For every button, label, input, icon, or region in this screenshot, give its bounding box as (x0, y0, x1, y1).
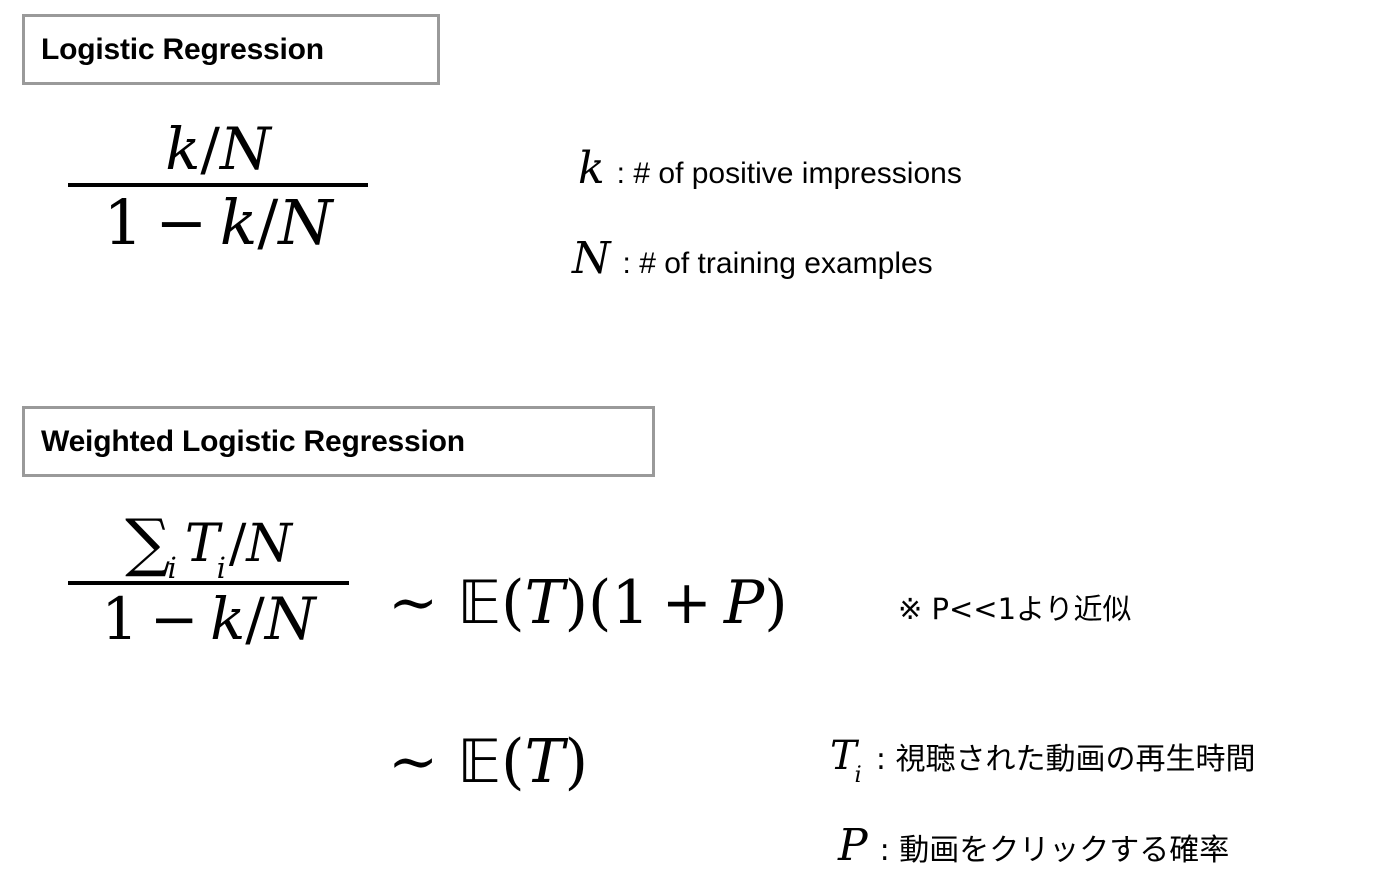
legend-symbol-n: N (572, 233, 611, 284)
legend-symbol-ti: Ti (830, 733, 862, 789)
formula-approximation-second: ∼ 𝔼(T) (388, 727, 589, 797)
legend-row-n: N : # of training examples (572, 233, 933, 284)
section-heading-box-weighted-logistic-regression: Weighted Logistic Regression (22, 406, 655, 477)
blackboard-e-icon: 𝔼 (457, 568, 502, 638)
legend-row-p: P : 動画をクリックする確率 (838, 820, 1229, 871)
formula-approximation-first: ∼ 𝔼(T)(1 + P) (388, 568, 788, 638)
legend-symbol-k: k (578, 143, 605, 194)
tilde-symbol-first: ∼ (388, 568, 439, 638)
section-heading-label-weighted-logistic-regression: Weighted Logistic Regression (41, 424, 465, 458)
sum-symbol: ∑ (125, 505, 171, 579)
legend-row-k: k : # of positive impressions (578, 143, 962, 194)
blackboard-e-icon-second: 𝔼 (457, 727, 502, 797)
note-approximation-condition: ※ P<<1より近似 (898, 592, 1132, 626)
formula-logistic-denominator: 1 − k/N (103, 185, 333, 259)
formula-weighted-numerator: ∑i Ti/N (125, 505, 292, 585)
legend-row-ti: Ti : 視聴された動画の再生時間 (830, 733, 1256, 789)
formula-weighted-logistic-fraction: ∑i Ti/N 1 − k/N (68, 505, 349, 650)
formula-logistic-numerator: k/N (165, 115, 271, 183)
section-heading-label-logistic-regression: Logistic Regression (41, 32, 324, 66)
legend-description-k: : # of positive impressions (616, 157, 962, 190)
legend-description-n: : # of training examples (622, 247, 933, 280)
section-heading-box-logistic-regression: Logistic Regression (22, 14, 440, 85)
formula-logistic-regression-fraction: k/N 1 − k/N (68, 118, 368, 257)
legend-symbol-p: P (838, 820, 868, 871)
legend-description-ti: : 視聴された動画の再生時間 (875, 742, 1256, 777)
tilde-symbol-second: ∼ (388, 727, 439, 797)
legend-description-p: : 動画をクリックする確率 (879, 833, 1230, 868)
formula-weighted-denominator: 1 − k/N (101, 584, 316, 653)
